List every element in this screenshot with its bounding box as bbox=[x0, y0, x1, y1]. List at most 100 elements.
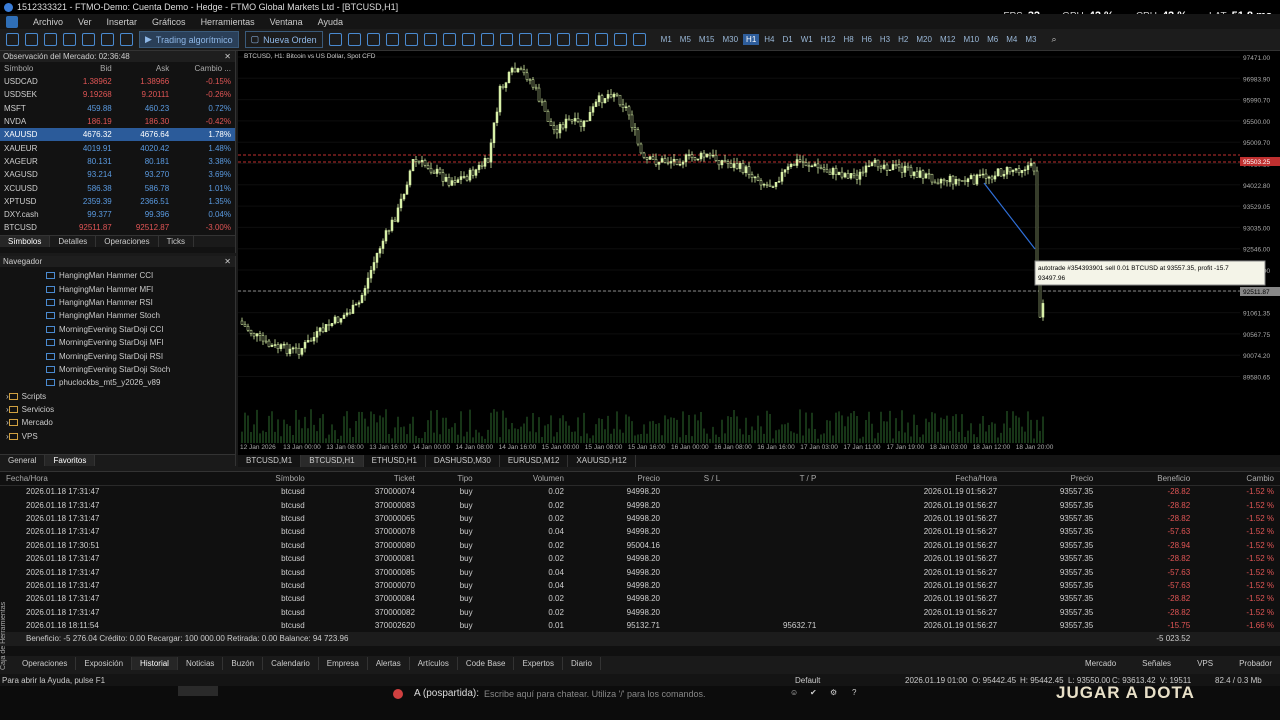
tab-chart-dashusd-m30[interactable]: DASHUSD,M30 bbox=[426, 455, 500, 467]
table-row[interactable]: 2026.01.18 17:31:47 btcusd 370000082 buy 0.0… bbox=[0, 606, 1280, 619]
timeframe-m10[interactable]: M10 bbox=[961, 34, 983, 45]
navigator-item[interactable]: MorningEvening StarDoji MFI bbox=[46, 336, 235, 349]
link-vps[interactable]: VPS bbox=[1189, 657, 1221, 670]
tab-simbolos[interactable]: Símbolos bbox=[0, 235, 51, 247]
market-row-btcusd[interactable]: BTCUSD 92511.87 92512.87 -3.00% bbox=[0, 221, 235, 234]
link-probador[interactable]: Probador bbox=[1231, 657, 1280, 670]
history-col[interactable]: T / P bbox=[726, 472, 823, 486]
tab-ticks[interactable]: Ticks bbox=[159, 235, 194, 247]
grid-icon[interactable] bbox=[423, 33, 437, 46]
tab-favoritos[interactable]: Favoritos bbox=[45, 455, 96, 466]
history-col[interactable]: Precio bbox=[569, 472, 667, 486]
tab-general[interactable]: General bbox=[0, 455, 46, 466]
market-row-nvda[interactable]: NVDA 186.19 186.30 -0.42% bbox=[0, 115, 235, 128]
horizontal-line-icon[interactable] bbox=[537, 33, 551, 46]
market-row-xaueur[interactable]: XAUEUR 4019.91 4020.42 1.48% bbox=[0, 141, 235, 154]
trendline-icon[interactable] bbox=[556, 33, 570, 46]
navigator-item[interactable]: MorningEvening StarDoji CCI bbox=[46, 323, 235, 336]
timeframe-h4[interactable]: H4 bbox=[761, 34, 777, 45]
price-chart[interactable]: 97471.00 96983.90 95990.70 95500.00 95009.70… bbox=[238, 51, 1280, 455]
tab-noticias[interactable]: Noticias bbox=[178, 657, 224, 670]
timeframe-h12[interactable]: H12 bbox=[818, 34, 839, 45]
menu-ver[interactable]: Ver bbox=[78, 17, 92, 27]
tab-operaciones[interactable]: Operaciones bbox=[14, 657, 77, 670]
market-row-xageur[interactable]: XAGEUR 80.131 80.181 3.38% bbox=[0, 155, 235, 168]
tab-chart-btcusd-m1[interactable]: BTCUSD,M1 bbox=[238, 455, 302, 467]
market-row-xagusd[interactable]: XAGUSD 93.214 93.270 3.69% bbox=[0, 168, 235, 181]
timeframe-h6[interactable]: H6 bbox=[859, 34, 875, 45]
col-symbol[interactable]: Símbolo bbox=[0, 62, 59, 75]
navigator-item[interactable]: HangingMan Hammer RSI bbox=[46, 296, 235, 309]
history-col[interactable]: Volumen bbox=[478, 472, 570, 486]
market-row-usdcad[interactable]: USDCAD 1.38962 1.38966 -0.15% bbox=[0, 75, 235, 88]
table-row[interactable]: 2026.01.18 17:31:47 btcusd 370000083 buy 0.0… bbox=[0, 498, 1280, 511]
new-chart-icon[interactable] bbox=[6, 33, 19, 46]
menu-herramientas[interactable]: Herramientas bbox=[201, 17, 255, 27]
templates-icon[interactable] bbox=[44, 33, 57, 46]
bar-chart-icon[interactable] bbox=[347, 33, 361, 46]
timeframe-d1[interactable]: D1 bbox=[780, 34, 796, 45]
market-icon[interactable] bbox=[101, 33, 114, 46]
history-col[interactable]: Cambio bbox=[1196, 472, 1280, 486]
zoom-out-icon[interactable] bbox=[404, 33, 418, 46]
table-row[interactable]: 2026.01.18 17:31:47 btcusd 370000065 buy 0.0… bbox=[0, 512, 1280, 525]
history-col[interactable]: Fecha/Hora bbox=[822, 472, 1004, 486]
timeframe-m15[interactable]: M15 bbox=[696, 34, 718, 45]
profiles-icon[interactable] bbox=[25, 33, 38, 46]
navigator-item[interactable]: HangingMan Hammer MFI bbox=[46, 282, 235, 295]
menu-archivo[interactable]: Archivo bbox=[33, 17, 63, 27]
navigator-item[interactable]: HangingMan Hammer CCI bbox=[46, 269, 235, 282]
ide-icon[interactable] bbox=[63, 33, 76, 46]
history-col[interactable]: S / L bbox=[666, 472, 727, 486]
menu-ventana[interactable]: Ventana bbox=[270, 17, 303, 27]
timeframe-h1[interactable]: H1 bbox=[743, 34, 760, 45]
timeframe-m6[interactable]: M6 bbox=[984, 34, 1001, 45]
new-order-button[interactable]: ▢ Nueva Orden bbox=[244, 31, 323, 48]
tab-alertas[interactable]: Alertas bbox=[368, 657, 410, 670]
history-col[interactable]: Ticket bbox=[310, 472, 421, 486]
autoscroll-icon[interactable] bbox=[442, 33, 456, 46]
table-row[interactable]: 2026.01.18 17:31:47 btcusd 370000081 buy 0.0… bbox=[0, 552, 1280, 565]
timeframe-m30[interactable]: M30 bbox=[719, 34, 741, 45]
emoji-icon[interactable]: ☺ bbox=[790, 688, 798, 697]
timeframe-m3[interactable]: M3 bbox=[1022, 34, 1039, 45]
chat-input[interactable]: Escribe aquí para chatear. Utiliza '/' p… bbox=[484, 689, 706, 699]
fibonacci-icon[interactable] bbox=[594, 33, 608, 46]
tab-calendario[interactable]: Calendario bbox=[263, 657, 319, 670]
tab-empresa[interactable]: Empresa bbox=[319, 657, 368, 670]
market-row-xauusd[interactable]: XAUUSD 4676.32 4676.64 1.78% bbox=[0, 128, 235, 142]
help-icon[interactable]: ? bbox=[852, 688, 856, 697]
navigator-item[interactable]: MorningEvening StarDoji RSI bbox=[46, 349, 235, 362]
navigator-item[interactable]: MorningEvening StarDoji Stoch bbox=[46, 363, 235, 376]
history-col[interactable]: Fecha/Hora bbox=[0, 472, 224, 486]
market-row-msft[interactable]: MSFT 459.88 460.23 0.72% bbox=[0, 102, 235, 115]
history-col[interactable]: Símbolo bbox=[223, 472, 311, 486]
history-col[interactable]: Beneficio bbox=[1099, 472, 1197, 486]
vertical-line-icon[interactable] bbox=[518, 33, 532, 46]
history-col[interactable]: Precio bbox=[1003, 472, 1100, 486]
menu-insertar[interactable]: Insertar bbox=[107, 17, 138, 27]
col-bid[interactable]: Bid bbox=[59, 62, 116, 75]
tab-historial[interactable]: Historial bbox=[132, 657, 178, 670]
navigator-item[interactable]: phuclockbs_mt5_y2026_v89 bbox=[46, 376, 235, 389]
tab-operaciones[interactable]: Operaciones bbox=[96, 235, 159, 247]
col-ask[interactable]: Ask bbox=[116, 62, 173, 75]
tab-detalles[interactable]: Detalles bbox=[50, 235, 97, 247]
menu-ayuda[interactable]: Ayuda bbox=[318, 17, 343, 27]
timeframe-h3[interactable]: H3 bbox=[877, 34, 893, 45]
timeframe-m1[interactable]: M1 bbox=[658, 34, 675, 45]
tab-buzón[interactable]: Buzón bbox=[223, 657, 264, 670]
lock-icon[interactable] bbox=[82, 33, 95, 46]
navigator-group-mercado[interactable]: › Mercado bbox=[6, 416, 235, 429]
timeframe-m12[interactable]: M12 bbox=[937, 34, 959, 45]
navigator-group-vps[interactable]: › VPS bbox=[6, 430, 235, 443]
tab-chart-ethusd-h1[interactable]: ETHUSD,H1 bbox=[364, 455, 426, 467]
text-icon[interactable] bbox=[613, 33, 627, 46]
candlestick-chart[interactable]: 97471.00 96983.90 95990.70 95500.00 95009.70… bbox=[238, 51, 1280, 455]
link-señales[interactable]: Señales bbox=[1134, 657, 1179, 670]
table-row[interactable]: 2026.01.18 18:11:54 btcusd 370002620 buy 0.0… bbox=[0, 619, 1280, 632]
timeframe-h2[interactable]: H2 bbox=[895, 34, 911, 45]
col-change[interactable]: Cambio ... bbox=[173, 62, 235, 75]
menu-graficos[interactable]: Gráficos bbox=[152, 17, 186, 27]
table-row[interactable]: 2026.01.18 17:31:47 btcusd 370000084 buy 0.0… bbox=[0, 592, 1280, 605]
